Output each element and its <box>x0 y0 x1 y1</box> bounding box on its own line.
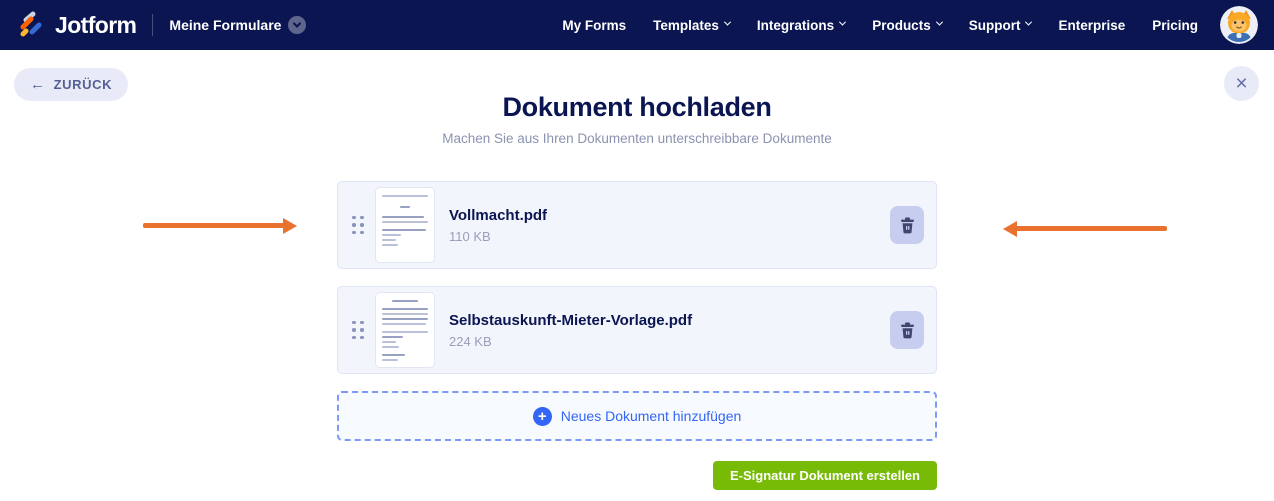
back-arrow-icon: ← <box>30 76 46 93</box>
nav-item-label: Pricing <box>1152 17 1198 33</box>
drag-handle-icon[interactable] <box>352 320 364 340</box>
delete-file-button[interactable] <box>890 206 924 244</box>
nav-item-label: My Forms <box>562 17 627 33</box>
file-size: 110 KB <box>449 228 491 244</box>
page-subtitle: Machen Sie aus Ihren Dokumenten untersch… <box>442 131 832 146</box>
nav-menu: My Forms Templates Integrations Products… <box>562 18 1198 33</box>
page: Jotform Meine Formulare My Forms Templat… <box>0 0 1274 501</box>
upload-dialog: Dokument hochladen Machen Sie aus Ihren … <box>0 50 1274 490</box>
nav-item-pricing[interactable]: Pricing <box>1152 18 1198 33</box>
add-document-button[interactable]: + Neues Dokument hinzufügen <box>337 391 937 441</box>
create-esign-document-button[interactable]: E-Signatur Dokument erstellen <box>713 461 937 490</box>
workspace-label: Meine Formulare <box>169 17 282 33</box>
top-navbar: Jotform Meine Formulare My Forms Templat… <box>0 0 1274 50</box>
plus-icon: + <box>532 406 552 426</box>
annotation-arrow-left <box>143 218 297 234</box>
delete-file-button[interactable] <box>890 311 924 349</box>
nav-item-enterprise[interactable]: Enterprise <box>1058 18 1125 33</box>
file-name: Vollmacht.pdf <box>449 206 548 224</box>
nav-item-label: Support <box>968 17 1021 33</box>
nav-item-my-forms[interactable]: My Forms <box>562 18 626 33</box>
trash-icon <box>900 217 914 233</box>
file-size: 224 KB <box>449 333 492 349</box>
drag-handle-icon[interactable] <box>352 215 364 235</box>
chevron-down-icon <box>288 16 307 34</box>
chevron-down-icon <box>1025 18 1033 26</box>
close-icon: × <box>1235 72 1248 95</box>
close-button[interactable]: × <box>1224 66 1259 101</box>
file-card-selbstauskunft[interactable]: Selbstauskunft-Mieter-Vorlage.pdf 224 KB <box>337 286 937 374</box>
workspace-switcher[interactable]: Meine Formulare <box>169 16 307 34</box>
back-button-label: ZURÜCK <box>53 77 113 92</box>
page-title: Dokument hochladen <box>502 92 772 122</box>
file-card-vollmacht[interactable]: Vollmacht.pdf 110 KB <box>337 181 937 269</box>
nav-item-templates[interactable]: Templates <box>653 17 731 33</box>
document-thumbnail <box>375 187 435 263</box>
nav-item-label: Integrations <box>756 17 835 33</box>
nav-item-label: Products <box>872 17 931 33</box>
chevron-down-icon <box>935 18 943 26</box>
jotform-logo[interactable]: Jotform <box>16 10 137 40</box>
nav-item-integrations[interactable]: Integrations <box>756 17 847 33</box>
nav-item-label: Templates <box>653 17 719 33</box>
chevron-down-icon <box>839 18 847 26</box>
nav-item-label: Enterprise <box>1058 17 1126 33</box>
chevron-down-icon <box>723 18 731 26</box>
annotation-arrow-right <box>1003 221 1167 237</box>
file-meta: Vollmacht.pdf 110 KB <box>449 207 890 244</box>
nav-item-products[interactable]: Products <box>872 17 943 33</box>
file-name: Selbstauskunft-Mieter-Vorlage.pdf <box>449 311 693 329</box>
document-thumbnail <box>375 292 435 368</box>
nav-divider <box>152 14 154 36</box>
trash-icon <box>900 322 914 338</box>
back-button[interactable]: ← ZURÜCK <box>14 68 129 101</box>
add-document-label: Neues Dokument hinzufügen <box>560 408 742 424</box>
file-meta: Selbstauskunft-Mieter-Vorlage.pdf 224 KB <box>449 312 890 349</box>
nav-item-support[interactable]: Support <box>968 17 1033 33</box>
uploaded-file-list: Vollmacht.pdf 110 KB Selbstauskunft-Miet… <box>337 181 937 490</box>
dialog-actions: E-Signatur Dokument erstellen <box>337 461 937 490</box>
user-avatar[interactable] <box>1220 6 1258 44</box>
brand-name: Jotform <box>55 11 137 38</box>
jotform-logo-icon <box>20 11 42 37</box>
